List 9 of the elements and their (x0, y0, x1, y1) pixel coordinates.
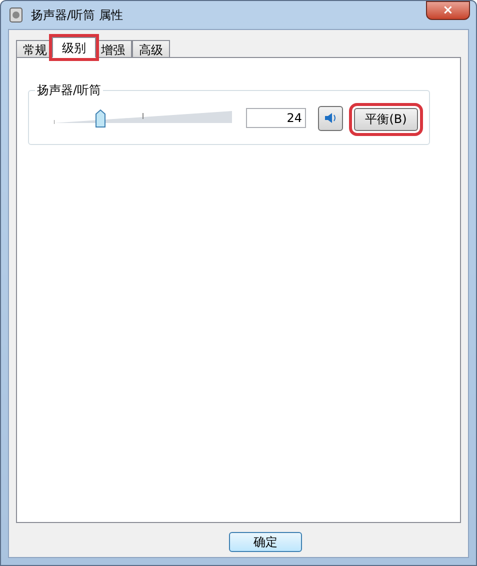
tab[interactable]: 级别 (52, 37, 96, 58)
ok-button[interactable]: 确定 (229, 532, 302, 552)
speaker-button[interactable] (318, 106, 343, 131)
volume-slider[interactable] (54, 107, 234, 130)
volume-value-field[interactable]: 24 (246, 108, 306, 128)
slider-thumb[interactable] (94, 109, 106, 128)
tab[interactable]: 高级 (132, 40, 170, 58)
group-title: 扬声器/听筒 (35, 82, 104, 98)
window-title: 扬声器/听筒 属性 (31, 7, 123, 24)
